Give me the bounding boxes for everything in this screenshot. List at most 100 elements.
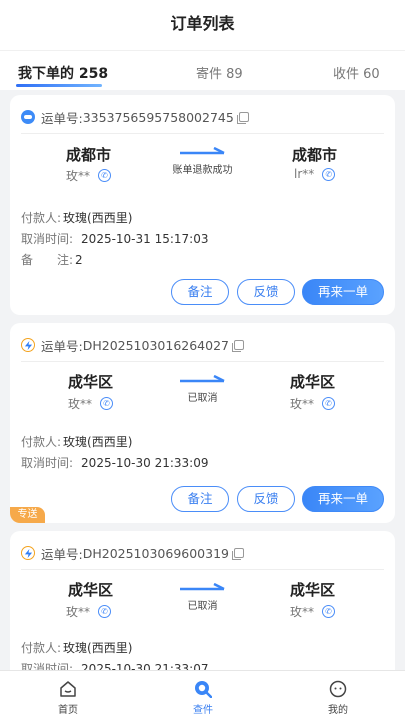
payer-label: 付款人: bbox=[21, 641, 62, 655]
reorder-button[interactable]: 再来一单 bbox=[302, 486, 384, 512]
payer-label: 付款人: bbox=[21, 211, 62, 225]
waybill-number: DH2025103016264027 bbox=[82, 337, 229, 353]
route-row: 成都市 玫** ✆ 账单退款成功 成都市 lr** ✆ bbox=[10, 140, 395, 192]
sender-name: 玫** bbox=[68, 397, 93, 411]
cancel-time-row: 取消时间: 2025-10-30 21:33:09 bbox=[21, 454, 209, 471]
divider bbox=[21, 133, 384, 134]
express-badge: 专送 bbox=[10, 507, 45, 523]
sender-name: 玫** bbox=[66, 605, 91, 619]
origin-city: 成华区 bbox=[68, 581, 114, 599]
page-title: 订单列表 bbox=[170, 14, 235, 33]
nav-home-label: 首页 bbox=[58, 705, 78, 716]
feedback-button[interactable]: 反馈 bbox=[237, 486, 295, 512]
tab-bar: 我下单的 258 寄件 89 收件 60 bbox=[0, 50, 405, 90]
cancel-time-row: 取消时间: 2025-10-30 21:33:07 bbox=[21, 660, 209, 670]
order-card[interactable]: 运单号: DH2025103016264027 成华区 玫** ✆ 已取消 成华… bbox=[10, 323, 395, 523]
feedback-button[interactable]: 反馈 bbox=[237, 279, 295, 305]
sender: 玫** ✆ bbox=[66, 167, 112, 184]
phone-icon[interactable]: ✆ bbox=[100, 397, 114, 410]
note-button[interactable]: 备注 bbox=[171, 279, 229, 305]
cancel-time-label: 取消时间: bbox=[21, 232, 74, 246]
app-header: 订单列表 bbox=[0, 0, 405, 50]
reorder-button[interactable]: 再来一单 bbox=[302, 279, 384, 305]
waybill-label: 运单号: bbox=[41, 546, 83, 562]
payer-row: 付款人: 玫瑰(西西里) bbox=[21, 433, 132, 450]
copy-icon[interactable] bbox=[232, 548, 244, 560]
divider bbox=[21, 569, 384, 570]
phone-icon[interactable]: ✆ bbox=[98, 169, 112, 182]
recipient: lr** ✆ bbox=[294, 167, 336, 181]
note-label: 备 注: bbox=[21, 253, 74, 267]
payer-value: 玫瑰(西西里) bbox=[63, 641, 133, 655]
copy-icon[interactable] bbox=[236, 112, 249, 124]
tab-sent[interactable]: 寄件 89 bbox=[196, 63, 243, 82]
nav-profile-label: 我的 bbox=[328, 705, 348, 716]
lightning-icon bbox=[21, 546, 35, 560]
sender-name: 玫** bbox=[66, 169, 91, 183]
waybill-row: 运单号: 3353756595758002745 bbox=[21, 107, 384, 127]
home-icon bbox=[60, 681, 76, 697]
lightning-icon bbox=[21, 338, 35, 352]
recipient-name: 玫** bbox=[290, 397, 315, 411]
order-list[interactable]: 运单号: 3353756595758002745 成都市 玫** ✆ 账单退款成… bbox=[0, 90, 405, 670]
blue-pill-icon bbox=[21, 110, 35, 124]
cancel-time-label: 取消时间: bbox=[21, 456, 74, 470]
sender: 玫** ✆ bbox=[66, 603, 112, 620]
order-status: 账单退款成功 bbox=[172, 165, 233, 176]
recipient: 玫** ✆ bbox=[290, 395, 336, 412]
nav-home[interactable]: 首页 bbox=[33, 671, 103, 720]
destination-city: 成华区 bbox=[290, 581, 336, 599]
cancel-time-value: 2025-10-30 21:33:07 bbox=[81, 662, 209, 670]
tab-received[interactable]: 收件 60 bbox=[333, 63, 380, 82]
cancel-time-label: 取消时间: bbox=[21, 662, 74, 670]
waybill-number: DH2025103069600319 bbox=[82, 545, 229, 561]
arrow-right-icon bbox=[180, 147, 225, 155]
active-tab-indicator bbox=[16, 84, 102, 87]
payer-value: 玫瑰(西西里) bbox=[63, 211, 133, 225]
waybill-row: 运单号: DH2025103016264027 bbox=[21, 335, 384, 355]
tab-my-orders[interactable]: 我下单的 258 bbox=[18, 63, 108, 83]
destination-city: 成都市 bbox=[292, 146, 338, 164]
recipient: 玫** ✆ bbox=[290, 603, 336, 620]
origin-city: 成都市 bbox=[66, 146, 112, 164]
phone-icon[interactable]: ✆ bbox=[322, 397, 336, 410]
cancel-time-row: 取消时间: 2025-10-31 15:17:03 bbox=[21, 230, 209, 247]
nav-profile[interactable]: 我的 bbox=[303, 671, 373, 720]
phone-icon[interactable]: ✆ bbox=[98, 605, 112, 618]
waybill-label: 运单号: bbox=[41, 338, 83, 354]
note-value: 2 bbox=[75, 253, 83, 267]
waybill-label: 运单号: bbox=[41, 110, 83, 126]
order-status: 已取消 bbox=[187, 601, 218, 612]
payer-label: 付款人: bbox=[21, 435, 62, 449]
note-row: 备 注: 2 bbox=[21, 251, 83, 268]
recipient-name: lr** bbox=[294, 167, 315, 181]
order-card[interactable]: 运单号: 3353756595758002745 成都市 玫** ✆ 账单退款成… bbox=[10, 95, 395, 315]
note-button[interactable]: 备注 bbox=[171, 486, 229, 512]
order-card[interactable]: 运单号: DH2025103069600319 成华区 玫** ✆ 已取消 成华… bbox=[10, 531, 395, 670]
payer-row: 付款人: 玫瑰(西西里) bbox=[21, 639, 132, 656]
waybill-row: 运单号: DH2025103069600319 bbox=[21, 543, 384, 563]
divider bbox=[21, 361, 384, 362]
destination-city: 成华区 bbox=[290, 373, 336, 391]
copy-icon[interactable] bbox=[232, 340, 244, 352]
payer-value: 玫瑰(西西里) bbox=[63, 435, 133, 449]
nav-track[interactable]: 查件 bbox=[168, 671, 238, 720]
arrow-right-icon bbox=[180, 375, 225, 383]
profile-icon bbox=[329, 680, 347, 698]
search-icon bbox=[195, 681, 212, 698]
cancel-time-value: 2025-10-31 15:17:03 bbox=[81, 232, 209, 246]
payer-row: 付款人: 玫瑰(西西里) bbox=[21, 209, 132, 226]
route-row: 成华区 玫** ✆ 已取消 成华区 玫** ✆ bbox=[10, 368, 395, 420]
bottom-navigation: 首页 查件 我的 bbox=[0, 670, 405, 720]
order-status: 已取消 bbox=[187, 393, 218, 404]
phone-icon[interactable]: ✆ bbox=[322, 605, 336, 618]
origin-city: 成华区 bbox=[68, 373, 114, 391]
arrow-right-icon bbox=[180, 583, 225, 591]
nav-track-label: 查件 bbox=[193, 705, 213, 716]
waybill-number: 3353756595758002745 bbox=[82, 109, 234, 125]
cancel-time-value: 2025-10-30 21:33:09 bbox=[81, 456, 209, 470]
recipient-name: 玫** bbox=[290, 605, 315, 619]
route-row: 成华区 玫** ✆ 已取消 成华区 玫** ✆ bbox=[10, 576, 395, 628]
phone-icon[interactable]: ✆ bbox=[322, 167, 336, 181]
sender: 玫** ✆ bbox=[68, 395, 114, 412]
